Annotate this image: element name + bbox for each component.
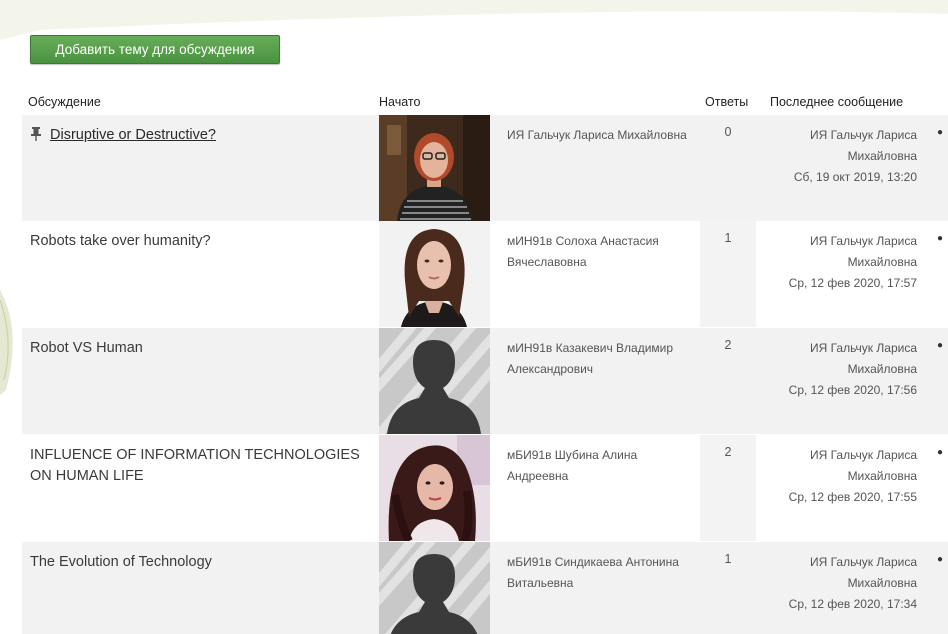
row-menu-dot: ● xyxy=(937,127,944,138)
discussion-title-cell[interactable]: Robots take over humanity? xyxy=(30,231,370,252)
replies-count: 1 xyxy=(724,231,732,245)
author-photo[interactable] xyxy=(379,221,490,327)
replies-count: 2 xyxy=(724,445,732,459)
add-discussion-button[interactable]: Добавить тему для обсуждения xyxy=(30,35,280,64)
column-header-discussion[interactable]: Обсуждение xyxy=(28,95,101,109)
author-photo[interactable] xyxy=(379,115,490,221)
last-post-author[interactable]: ИЯ Гальчук Лариса Михайловна xyxy=(760,445,917,487)
discussion-row[interactable]: INFLUENCE OF INFORMATION TECHNOLOGIES ON… xyxy=(22,435,948,541)
last-post-author[interactable]: ИЯ Гальчук Лариса Михайловна xyxy=(760,552,917,594)
author-name[interactable]: мБИ91в Синдикаева Антонина Витальевна xyxy=(507,552,697,594)
discussion-title-cell[interactable]: Robot VS Human xyxy=(30,338,370,359)
discussion-row[interactable]: Robots take over humanity? мИН91в Солоха… xyxy=(22,221,948,327)
last-post-author[interactable]: ИЯ Гальчук Лариса Михайловна xyxy=(760,231,917,273)
discussion-title[interactable]: The Evolution of Technology xyxy=(30,554,212,570)
last-post-cell: ИЯ Гальчук Лариса Михайловна Ср, 12 фев … xyxy=(760,445,917,508)
last-post-author[interactable]: ИЯ Гальчук Лариса Михайловна xyxy=(760,125,917,167)
last-post-date[interactable]: Ср, 12 фев 2020, 17:34 xyxy=(760,594,917,615)
discussion-row[interactable]: Disruptive or Destructive? ИЯ Гальчук Ла… xyxy=(22,115,948,221)
last-post-date[interactable]: Ср, 12 фев 2020, 17:55 xyxy=(760,487,917,508)
author-name[interactable]: мБИ91в Шубина Алина Андреевна xyxy=(507,445,697,487)
column-header-last-post[interactable]: Последнее сообщение xyxy=(770,95,903,109)
row-menu-dot: ● xyxy=(937,554,944,565)
last-post-cell: ИЯ Гальчук Лариса Михайловна Ср, 12 фев … xyxy=(760,338,917,401)
default-avatar[interactable] xyxy=(379,328,490,434)
default-avatar[interactable] xyxy=(379,542,490,634)
discussion-row[interactable]: Robot VS Human мИН91в Казакевич Владимир… xyxy=(22,328,948,434)
last-post-date[interactable]: Ср, 12 фев 2020, 17:56 xyxy=(760,380,917,401)
replies-count: 2 xyxy=(724,338,732,352)
discussion-title-link[interactable]: Disruptive or Destructive? xyxy=(50,127,216,143)
last-post-cell: ИЯ Гальчук Лариса Михайловна Ср, 12 фев … xyxy=(760,231,917,294)
discussion-title-cell: Disruptive or Destructive? xyxy=(30,125,370,148)
author-name[interactable]: ИЯ Гальчук Лариса Михайловна xyxy=(507,125,697,146)
discussion-title[interactable]: Robot VS Human xyxy=(30,340,143,356)
replies-count: 1 xyxy=(724,552,732,566)
discussion-title[interactable]: Robots take over humanity? xyxy=(30,233,211,249)
last-post-cell: ИЯ Гальчук Лариса Михайловна Ср, 12 фев … xyxy=(760,552,917,615)
column-header-replies[interactable]: Ответы xyxy=(705,95,748,109)
last-post-author[interactable]: ИЯ Гальчук Лариса Михайловна xyxy=(760,338,917,380)
row-menu-dot: ● xyxy=(937,233,944,244)
pin-icon xyxy=(30,127,42,148)
last-post-date[interactable]: Сб, 19 окт 2019, 13:20 xyxy=(760,167,917,188)
author-name[interactable]: мИН91в Казакевич Владимир Александрович xyxy=(507,338,697,380)
row-menu-dot: ● xyxy=(937,340,944,351)
discussion-row[interactable]: The Evolution of Technology мБИ91в Синди… xyxy=(22,542,948,634)
row-menu-dot: ● xyxy=(937,447,944,458)
discussion-title-cell[interactable]: INFLUENCE OF INFORMATION TECHNOLOGIES ON… xyxy=(30,445,370,487)
last-post-date[interactable]: Ср, 12 фев 2020, 17:57 xyxy=(760,273,917,294)
discussion-title-cell[interactable]: The Evolution of Technology xyxy=(30,552,370,573)
replies-count: 0 xyxy=(724,125,732,139)
discussion-title[interactable]: INFLUENCE OF INFORMATION TECHNOLOGIES ON… xyxy=(30,447,360,484)
author-photo[interactable] xyxy=(379,435,490,541)
column-header-started-by[interactable]: Начато xyxy=(379,95,420,109)
last-post-cell: ИЯ Гальчук Лариса Михайловна Сб, 19 окт … xyxy=(760,125,917,188)
author-name[interactable]: мИН91в Солоха Анастасия Вячеславовна xyxy=(507,231,697,273)
